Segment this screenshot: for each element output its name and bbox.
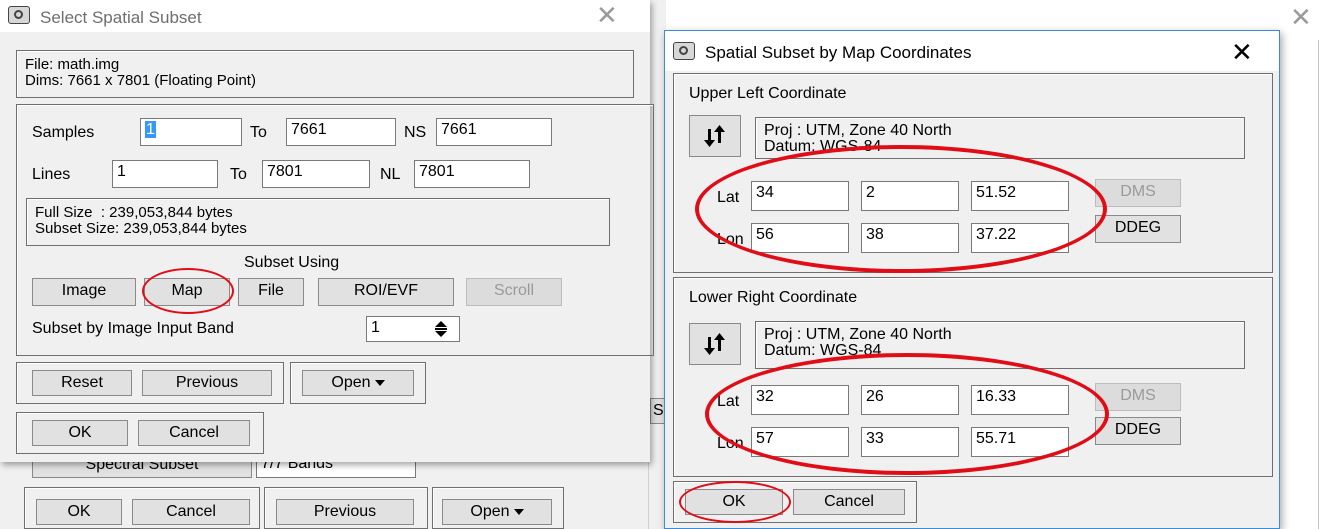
right-cancel-button[interactable]: Cancel xyxy=(793,489,905,515)
upper-left-heading: Upper Left Coordinate xyxy=(689,85,847,102)
background-cancel-button[interactable]: Cancel xyxy=(132,499,250,525)
subset-scroll-button: Scroll xyxy=(466,278,562,306)
cancel-button[interactable]: Cancel xyxy=(138,420,250,446)
samples-start-input[interactable]: 1 xyxy=(140,118,242,146)
select-spatial-subset-dialog: Select Spatial Subset ✕ File: math.img D… xyxy=(0,0,654,462)
background-right-edge xyxy=(1282,0,1326,529)
background-close-icon[interactable]: ✕ xyxy=(1290,4,1312,30)
upper-left-datum-label: Datum: WGS-84 xyxy=(764,138,882,155)
open-button[interactable]: Open xyxy=(302,370,414,396)
lower-right-proj-box: Proj : UTM, Zone 40 North Datum: WGS-84 xyxy=(755,321,1245,369)
left-dialog-title: Select Spatial Subset xyxy=(40,8,202,27)
samples-label: Samples xyxy=(32,124,95,141)
band-spinner[interactable] xyxy=(426,318,456,340)
lower-right-heading: Lower Right Coordinate xyxy=(689,289,858,306)
upper-left-lat-deg-input[interactable]: 34 xyxy=(751,181,849,211)
lower-right-lat-label: Lat xyxy=(717,393,740,410)
lower-right-lon-sec-input[interactable]: 55.71 xyxy=(971,427,1069,457)
input-band-label: Subset by Image Input Band xyxy=(32,320,234,337)
subset-map-button[interactable]: Map xyxy=(144,278,230,306)
subset-roi-evf-button[interactable]: ROI/EVF xyxy=(318,278,454,306)
ns-label: NS xyxy=(404,124,427,141)
upper-left-lat-sec-input[interactable]: 51.52 xyxy=(971,181,1069,211)
lower-right-lat-sec-input[interactable]: 16.33 xyxy=(971,385,1069,415)
upper-left-lat-label: Lat xyxy=(717,189,740,206)
lower-right-ddeg-button[interactable]: DDEG xyxy=(1095,417,1181,445)
subset-image-button[interactable]: Image xyxy=(32,278,136,306)
subset-using-label: Subset Using xyxy=(244,254,340,271)
lower-right-dms-button: DMS xyxy=(1095,383,1181,411)
spinner-arrows-icon xyxy=(435,321,447,337)
lines-to-label: To xyxy=(230,166,247,183)
previous-button[interactable]: Previous xyxy=(142,370,272,396)
background-previous-button[interactable]: Previous xyxy=(276,499,414,525)
ns-input[interactable]: 7661 xyxy=(436,118,552,146)
samples-start-value: 1 xyxy=(145,121,156,138)
lower-right-lon-deg-input[interactable]: 57 xyxy=(751,427,849,457)
chevron-down-icon xyxy=(513,508,524,515)
upper-left-lon-min-input[interactable]: 38 xyxy=(861,223,959,253)
right-close-icon[interactable]: ✕ xyxy=(1231,39,1253,65)
lower-right-swap-button[interactable] xyxy=(689,323,741,365)
reset-button[interactable]: Reset xyxy=(32,370,132,396)
lines-end-input[interactable]: 7801 xyxy=(262,160,370,188)
background-open-button[interactable]: Open xyxy=(442,499,552,525)
full-size-label: Full Size : 239,053,844 bytes xyxy=(35,204,233,221)
right-titlebar: Spatial Subset by Map Coordinates ✕ xyxy=(665,31,1279,71)
dims-label: Dims: 7661 x 7801 (Floating Point) xyxy=(25,72,256,89)
upper-left-lon-sec-input[interactable]: 37.22 xyxy=(971,223,1069,253)
nl-label: NL xyxy=(380,166,401,183)
subset-file-button[interactable]: File xyxy=(238,278,304,306)
swap-arrows-icon xyxy=(704,125,725,147)
ok-button[interactable]: OK xyxy=(32,420,128,446)
chevron-down-icon xyxy=(374,379,385,386)
upper-left-lon-deg-input[interactable]: 56 xyxy=(751,223,849,253)
nl-input[interactable]: 7801 xyxy=(414,160,530,188)
envi-app-icon xyxy=(8,6,30,24)
swap-arrows-icon xyxy=(704,333,725,355)
background-ok-button[interactable]: OK xyxy=(36,499,122,525)
background-edge-line xyxy=(1318,40,1319,529)
envi-app-icon xyxy=(673,42,695,60)
subset-size-label: Subset Size: 239,053,844 bytes xyxy=(35,220,247,237)
upper-left-lon-label: Lon xyxy=(717,231,744,248)
lower-right-lon-min-input[interactable]: 33 xyxy=(861,427,959,457)
lines-start-input[interactable]: 1 xyxy=(112,160,218,188)
right-ok-button[interactable]: OK xyxy=(685,489,783,515)
open-label: Open xyxy=(331,374,371,391)
lines-label: Lines xyxy=(32,166,71,183)
upper-left-ddeg-button[interactable]: DDEG xyxy=(1095,215,1181,243)
upper-left-dms-button: DMS xyxy=(1095,179,1181,207)
upper-left-lat-min-input[interactable]: 2 xyxy=(861,181,959,211)
left-titlebar: Select Spatial Subset ✕ xyxy=(0,0,650,32)
lower-right-datum-label: Datum: WGS-84 xyxy=(764,342,882,359)
file-name-label: File: math.img xyxy=(25,56,120,73)
file-info-box: File: math.img Dims: 7661 x 7801 (Floati… xyxy=(16,50,634,98)
samples-end-input[interactable]: 7661 xyxy=(286,118,396,146)
background-open-label: Open xyxy=(470,503,510,520)
upper-left-swap-button[interactable] xyxy=(689,115,741,157)
right-dialog-title: Spatial Subset by Map Coordinates xyxy=(705,43,972,62)
lower-right-lon-label: Lon xyxy=(717,435,744,452)
upper-left-proj-box: Proj : UTM, Zone 40 North Datum: WGS-84 xyxy=(755,117,1245,159)
size-info-box: Full Size : 239,053,844 bytes Subset Siz… xyxy=(26,198,610,246)
lower-right-lat-deg-input[interactable]: 32 xyxy=(751,385,849,415)
map-coordinates-dialog: Spatial Subset by Map Coordinates ✕ Uppe… xyxy=(664,30,1280,529)
lower-right-lat-min-input[interactable]: 26 xyxy=(861,385,959,415)
left-close-icon[interactable]: ✕ xyxy=(596,2,618,28)
samples-to-label: To xyxy=(250,124,267,141)
